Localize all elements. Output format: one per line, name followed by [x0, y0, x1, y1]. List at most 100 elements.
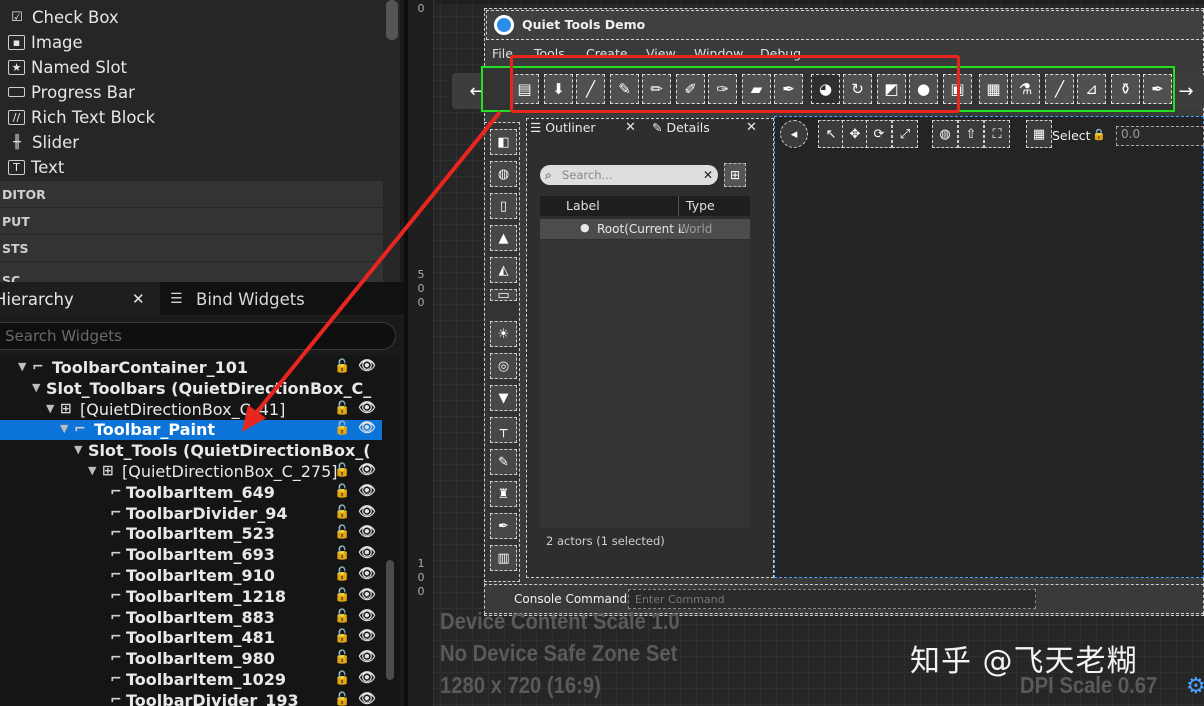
collapse-icon[interactable]: ◂	[780, 120, 808, 148]
hierarchy-scrollbar[interactable]	[386, 560, 394, 680]
dropper-icon[interactable]: ✎	[490, 449, 517, 475]
rotate-icon[interactable]: ⟳	[866, 120, 892, 148]
lamp-icon[interactable]: ┬	[490, 417, 517, 443]
outliner-row[interactable]: ● Root(Current L World	[540, 219, 750, 239]
bulb-icon[interactable]: ◎	[490, 353, 517, 379]
close-icon[interactable]: ✕	[132, 290, 145, 308]
close-icon[interactable]: ✕	[746, 120, 757, 136]
designer-canvas[interactable]: 0 5 0 0 1 0 0 0 Quiet Tools Demo File To…	[408, 0, 1204, 706]
tab-details[interactable]: ✎ Details	[652, 120, 710, 136]
spotlight-icon[interactable]: ▼	[490, 385, 517, 411]
visibility-eye-icon[interactable]: 👁	[358, 608, 376, 624]
hierarchy-row[interactable]: ▼ Slot_Toolbars (QuietDirectionBox_C_	[0, 379, 382, 399]
hierarchy-row[interactable]: ▼ ⌐ ToolbarContainer_101 🔓 👁	[0, 358, 382, 378]
hierarchy-row[interactable]: ▼ Slot_Tools (QuietDirectionBox_(	[0, 441, 382, 461]
visibility-eye-icon[interactable]: 👁	[358, 358, 376, 374]
sun-icon[interactable]: ☀	[490, 321, 517, 347]
grid-icon[interactable]: ▦	[1026, 120, 1052, 148]
gear-icon[interactable]: ⚙	[1186, 674, 1204, 699]
sphere-icon[interactable]: ◍	[490, 161, 517, 187]
clear-icon[interactable]: ✕	[703, 168, 713, 182]
lock-icon[interactable]: 🔒	[1092, 128, 1106, 141]
add-filter-button[interactable]: ⊞	[724, 163, 746, 187]
hierarchy-row[interactable]: ⌐ ToolbarItem_883 🔓 👁	[0, 608, 382, 628]
palette-category-lists[interactable]: STS	[0, 235, 383, 261]
visibility-eye-icon[interactable]: 👁	[358, 483, 376, 499]
snap-icon[interactable]: ⇧	[958, 120, 984, 148]
hierarchy-row[interactable]: ▼ ⊞ [QuietDirectionBox_C_41] 🔓 👁	[0, 400, 382, 420]
expand-arrow-icon[interactable]: ▼	[74, 443, 82, 456]
tab-outliner[interactable]: ☰ Outliner	[530, 120, 596, 136]
visibility-eye-icon[interactable]: 👁	[358, 628, 376, 644]
palette-item-slider[interactable]: ╫ Slider	[8, 130, 79, 154]
hierarchy-row[interactable]: ⌐ ToolbarItem_910 🔓 👁	[0, 566, 382, 586]
snap-value-input[interactable]: 0.0	[1116, 126, 1204, 146]
cube-icon[interactable]: ◧	[490, 129, 517, 155]
plane-icon[interactable]: ▭	[490, 288, 517, 303]
move-icon[interactable]: ✥	[842, 120, 868, 148]
surface-icon[interactable]: ⛶	[984, 120, 1010, 148]
visibility-eye-icon[interactable]: 👁	[358, 566, 376, 582]
lock-icon[interactable]: 🔓	[334, 484, 350, 499]
visibility-eye-icon[interactable]: 👁	[358, 649, 376, 665]
expand-arrow-icon[interactable]: ▼	[88, 464, 96, 477]
hierarchy-row[interactable]: ⌐ ToolbarItem_649 🔓 👁	[0, 483, 382, 503]
close-icon[interactable]: ✕	[625, 120, 636, 136]
hierarchy-row[interactable]: ▼ ⊞ [QuietDirectionBox_C_275] 🔓 👁	[0, 462, 382, 482]
palette-scrollbar[interactable]	[386, 0, 398, 40]
visibility-eye-icon[interactable]: 👁	[358, 524, 376, 540]
tool-bucket-icon[interactable]: ⚗	[1011, 74, 1040, 104]
search-widgets-input[interactable]: Search Widgets	[0, 322, 396, 350]
visibility-eye-icon[interactable]: 👁	[358, 400, 376, 416]
lock-icon[interactable]: 🔓	[334, 505, 350, 520]
scale-icon[interactable]: ⤢	[892, 120, 918, 148]
lock-icon[interactable]: 🔓	[334, 588, 350, 603]
column-divider[interactable]	[678, 196, 679, 216]
tab-bind-widgets[interactable]: ☰ Bind Widgets	[170, 282, 305, 316]
tool-eyedropper-icon[interactable]: ✒	[1143, 74, 1172, 104]
hierarchy-row[interactable]: ⌐ ToolbarItem_980 🔓 👁	[0, 649, 382, 669]
expand-arrow-icon[interactable]: ▼	[60, 422, 68, 435]
select-arrow-icon[interactable]: ↖	[818, 120, 844, 148]
lock-icon[interactable]: 🔓	[334, 463, 350, 478]
lock-icon[interactable]: 🔓	[334, 567, 350, 582]
lock-icon[interactable]: 🔓	[334, 546, 350, 561]
palette-category-editor[interactable]: DITOR	[0, 181, 383, 207]
lock-icon[interactable]: 🔓	[334, 650, 350, 665]
cone-icon[interactable]: ▲	[490, 225, 517, 251]
console-input[interactable]: Enter Command	[628, 589, 1036, 609]
palette-category-input[interactable]: PUT	[0, 208, 383, 234]
expand-arrow-icon[interactable]: ▼	[18, 360, 26, 373]
visibility-eye-icon[interactable]: 👁	[358, 545, 376, 561]
palette-category-misc[interactable]: SC	[0, 262, 383, 282]
lock-icon[interactable]: 🔓	[334, 629, 350, 644]
lock-icon[interactable]: 🔓	[334, 671, 350, 686]
palette-item-text[interactable]: T Text	[8, 155, 64, 179]
select-mode-label[interactable]: Select	[1052, 128, 1091, 143]
tool-spray-icon[interactable]: ⚱	[1111, 74, 1140, 104]
palette-item-progress-bar[interactable]: Progress Bar	[8, 80, 135, 104]
hierarchy-row[interactable]: ▼ ⌐ Toolbar_Paint 🔓 👁	[0, 420, 382, 441]
palette-item-rich-text-block[interactable]: // Rich Text Block	[8, 105, 155, 129]
lock-icon[interactable]: 🔓	[334, 359, 350, 374]
lock-icon[interactable]: 🔓	[334, 692, 350, 706]
lock-icon[interactable]: 🔓	[334, 421, 350, 436]
visibility-eye-icon[interactable]: 👁	[358, 462, 376, 478]
viewport-panel[interactable]	[774, 116, 1204, 578]
tool-ruler-icon[interactable]: ⊿	[1077, 74, 1106, 104]
tower-icon[interactable]: ♜	[490, 481, 517, 507]
visibility-eye-icon[interactable]: 👁	[358, 420, 376, 436]
lock-icon[interactable]: 🔓	[334, 401, 350, 416]
palette-item-named-slot[interactable]: ★ Named Slot	[8, 55, 127, 79]
expand-arrow-icon[interactable]: ▼	[46, 402, 54, 415]
visibility-eye-icon[interactable]: 👁	[358, 670, 376, 686]
visibility-eye-icon[interactable]: 👁	[358, 691, 376, 706]
palette-item-image[interactable]: ▪ Image	[8, 30, 83, 54]
expand-arrow-icon[interactable]: ▼	[32, 381, 40, 394]
pyramid-icon[interactable]: ◭	[490, 257, 517, 283]
hierarchy-row[interactable]: ⌐ ToolbarItem_1218 🔓 👁	[0, 587, 382, 607]
outliner-search-input[interactable]: ⌕ Search... ✕	[540, 165, 718, 185]
hierarchy-row[interactable]: ⌐ ToolbarDivider_94 🔓 👁	[0, 504, 382, 524]
lock-icon[interactable]: 🔓	[334, 525, 350, 540]
hierarchy-row[interactable]: ⌐ ToolbarItem_481 🔓 👁	[0, 628, 382, 648]
